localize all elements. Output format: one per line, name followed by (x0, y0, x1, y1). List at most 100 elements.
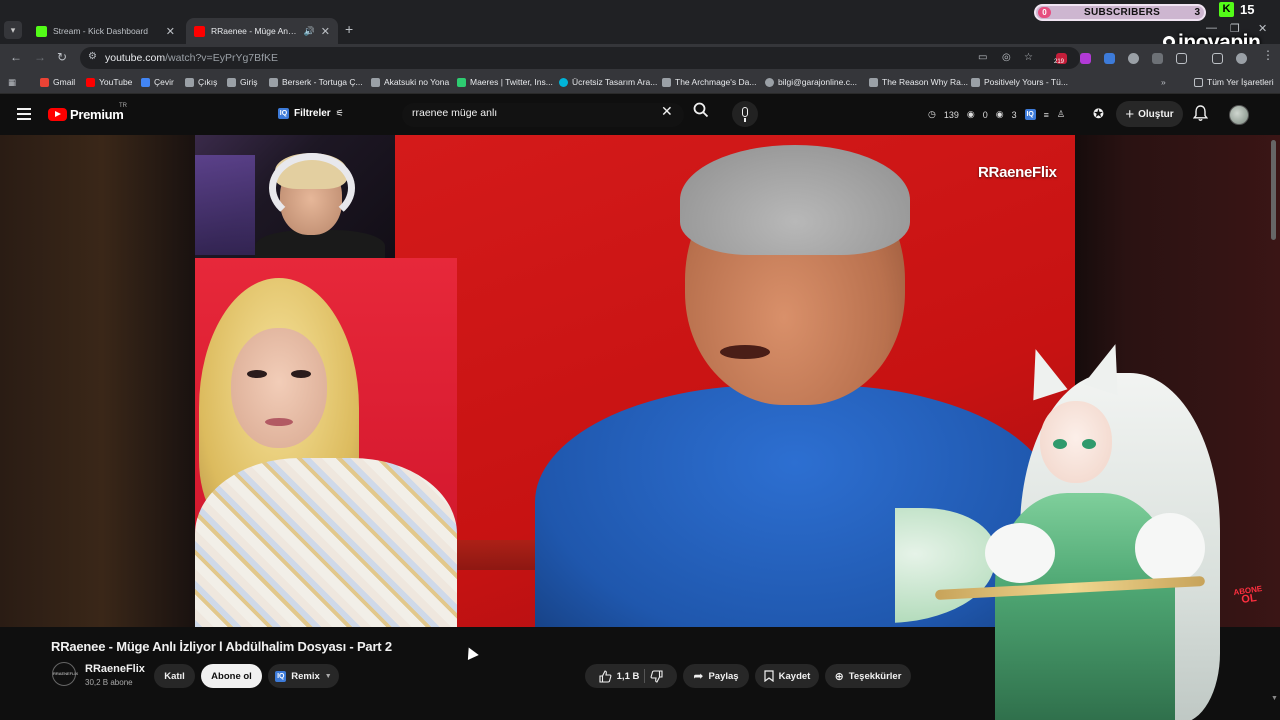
scrollbar-thumb[interactable] (1271, 140, 1276, 240)
share-arrow-icon: ➦ (693, 669, 704, 683)
extension-icon: IQ (275, 670, 287, 682)
bookmark-icon (764, 670, 774, 682)
kick-logo-icon: K (1219, 2, 1234, 17)
notifications-bell-icon[interactable] (1193, 105, 1208, 122)
bookmark-item[interactable]: Ücretsiz Tasarım Ara... (559, 77, 657, 87)
page-icon (457, 77, 466, 87)
menu-dots-icon[interactable]: ⋮ (1262, 48, 1274, 62)
bookmark-item[interactable]: Gmail (40, 77, 75, 87)
channel-name[interactable]: RRaeneFlix (85, 663, 145, 675)
eye-off-icon[interactable]: ◎ (1002, 52, 1011, 63)
bookmark-item[interactable]: Maeres | Twitter, Ins... (457, 77, 553, 87)
bookmark-item[interactable]: The Reason Why Ra... (869, 77, 968, 87)
search-icon[interactable] (693, 102, 709, 118)
bookmark-item[interactable]: YouTube (86, 77, 132, 87)
bookmark-item[interactable]: The Archmage's Da... (662, 77, 756, 87)
subscribe-badge: ABONE OL (1232, 584, 1263, 607)
tab-youtube-video[interactable]: RRaenee - Müge Anlı İzliyor 🔊 ✕ (186, 18, 338, 44)
sliders-icon: ⚟ (335, 108, 344, 118)
translate-icon (141, 77, 150, 87)
hamburger-menu-icon[interactable] (17, 108, 31, 123)
youtube-masthead: Premium TR IQ Filtreler ⚟ ✕ ◷139 ◉0 ◉3 I… (0, 95, 1280, 135)
save-button[interactable]: Kaydet (755, 664, 819, 688)
extension-icon[interactable]: IQ (1024, 109, 1036, 120)
bookmark-item[interactable]: Giriş (227, 77, 257, 87)
filters-button[interactable]: IQ Filtreler ⚟ (278, 108, 344, 119)
account-avatar[interactable] (1229, 105, 1249, 125)
subscribers-goal: 3 (1194, 7, 1200, 18)
globe-icon (765, 77, 774, 87)
subscribers-label: SUBSCRIBERS (1084, 7, 1161, 18)
page-icon (371, 77, 380, 87)
guest-hair (680, 145, 910, 255)
like-button[interactable]: 1,1 B (599, 669, 639, 683)
award-icon[interactable]: ♙ (1057, 109, 1065, 120)
remix-button[interactable]: IQ Remix ▼ (268, 664, 339, 688)
eye-icon: ◉ (966, 109, 975, 119)
extension-icon[interactable] (1152, 53, 1163, 64)
search-box[interactable] (402, 103, 684, 127)
microphone-icon (742, 107, 748, 117)
new-tab-button[interactable]: + (345, 21, 353, 37)
bookmark-item[interactable]: Positively Yours - Tü... (971, 77, 1068, 87)
create-button[interactable]: + Oluştur (1116, 101, 1183, 127)
extensions-puzzle-icon[interactable] (1176, 53, 1187, 64)
list-icon[interactable]: ≡ (1044, 110, 1049, 120)
region-code: TR (119, 103, 127, 109)
subscribers-current: 0 (1038, 7, 1051, 18)
share-button[interactable]: ➦ Paylaş (683, 664, 749, 688)
reading-list-icon[interactable] (1212, 53, 1223, 64)
site-info-icon[interactable]: ⚙ (88, 51, 97, 62)
youtube-logo-icon[interactable] (48, 108, 67, 121)
youtube-icon (86, 77, 95, 87)
close-tab-icon[interactable]: ✕ (321, 25, 330, 38)
thumbs-down-icon[interactable] (650, 669, 663, 683)
extension-icon[interactable] (1128, 53, 1139, 64)
bookmark-item[interactable]: Berserk - Tortuga Ç... (269, 77, 363, 87)
bookmark-star-icon[interactable]: ☆ (1024, 52, 1033, 63)
scroll-down-arrow-icon[interactable]: ▼ (1271, 695, 1278, 702)
search-input[interactable] (412, 107, 652, 119)
clear-search-icon[interactable]: ✕ (661, 103, 673, 120)
eye-icon: ◉ (995, 109, 1004, 119)
subscribe-button[interactable]: Abone ol (201, 664, 262, 688)
clock-icon: ◷ (928, 109, 936, 119)
tab-search-dropdown[interactable]: ▾ (4, 21, 22, 39)
more-bookmarks-icon[interactable]: » (1161, 77, 1166, 87)
audio-playing-icon[interactable]: 🔊 (304, 26, 315, 37)
channel-avatar[interactable]: RRAENEFLIX (52, 662, 78, 686)
bookmark-item[interactable]: Çıkış (185, 77, 217, 87)
forward-icon[interactable]: → (34, 50, 46, 64)
like-dislike-group: 1,1 B (585, 664, 677, 688)
extension-badge: 219 (1054, 59, 1065, 65)
kick-viewer-count: 15 (1240, 2, 1255, 17)
extension-icon[interactable] (1104, 53, 1115, 64)
reload-icon[interactable]: ↻ (57, 50, 67, 64)
close-tab-icon[interactable]: ✕ (166, 25, 175, 38)
page-icon (662, 77, 671, 87)
join-button[interactable]: Katıl (154, 664, 195, 688)
plus-icon: + (1125, 105, 1135, 123)
back-icon[interactable]: ← (10, 50, 22, 64)
address-bar[interactable]: ⚙ youtube.com/watch?v=EyPrYg7BfKE ▭ ◎ ☆ (80, 47, 1080, 69)
extension-icon[interactable] (1080, 53, 1091, 64)
bookmark-item[interactable]: Çevir (141, 77, 174, 87)
youtube-premium-logo[interactable]: Premium (70, 107, 124, 122)
tab-kick-dashboard[interactable]: Stream - Kick Dashboard ✕ (28, 18, 183, 44)
voice-search-button[interactable] (732, 101, 758, 127)
subscriber-count: 30,2 B abone (85, 678, 133, 687)
apps-grid-icon[interactable]: ▦ (8, 77, 16, 88)
tab-title: RRaenee - Müge Anlı İzliyor (211, 26, 298, 36)
url-text[interactable]: youtube.com/watch?v=EyPrYg7BfKE (105, 52, 278, 64)
profile-icon[interactable] (1236, 53, 1247, 64)
bookmark-item[interactable]: Akatsuki no Yona (371, 77, 449, 87)
kick-favicon-icon (36, 25, 47, 37)
puzzle-extension-icon[interactable]: ✪ (1093, 106, 1104, 122)
gmail-icon (40, 77, 49, 87)
chevron-down-icon: ▼ (324, 672, 332, 680)
cast-icon[interactable]: ▭ (978, 52, 987, 63)
all-bookmarks-folder[interactable]: Tüm Yer İşaretleri (1194, 77, 1274, 87)
subscribers-goal-bar: 0 SUBSCRIBERS 3 (1034, 4, 1206, 21)
bookmark-item[interactable]: bilgi@garajonline.c... (765, 77, 857, 87)
thumbs-up-icon (599, 669, 612, 683)
